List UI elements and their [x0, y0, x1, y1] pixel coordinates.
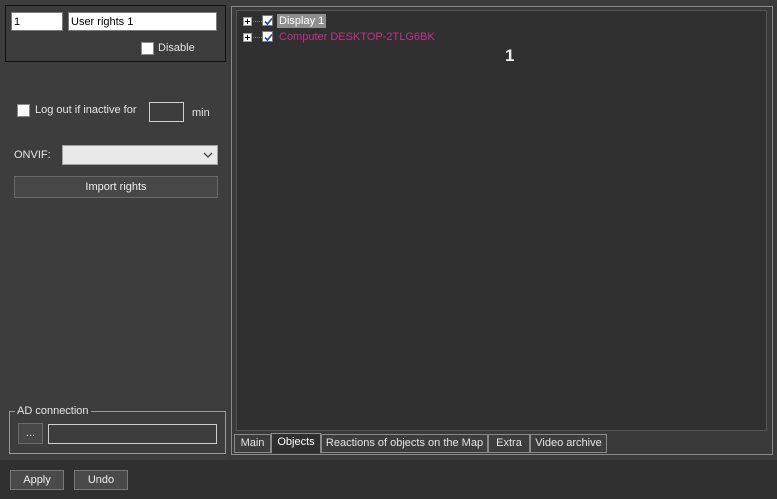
tab-main[interactable]: Main — [234, 434, 271, 453]
disable-label: Disable — [158, 42, 195, 54]
objects-tree[interactable] — [236, 10, 767, 431]
display-checkbox[interactable] — [262, 15, 273, 26]
tree-item-label: Computer DESKTOP-2TLG6BK — [279, 31, 435, 43]
tab-reactions-map[interactable]: Reactions of objects on the Map — [321, 434, 488, 453]
onvif-select[interactable] — [62, 145, 218, 165]
user-id-field[interactable] — [11, 12, 63, 31]
ad-connection-field[interactable] — [48, 424, 217, 444]
minutes-unit-label: min — [192, 107, 210, 119]
inactive-minutes-field[interactable] — [149, 102, 184, 122]
undo-button[interactable]: Undo — [74, 470, 128, 490]
tree-item-display[interactable]: Display 1 — [243, 14, 443, 28]
user-name-field[interactable] — [68, 12, 217, 31]
tree-connector — [253, 37, 262, 38]
checkmark-icon — [264, 33, 273, 42]
tree-connector — [253, 21, 262, 22]
apply-button[interactable]: Apply — [10, 470, 64, 490]
onvif-label: ONVIF: — [14, 149, 51, 161]
disable-checkbox[interactable] — [141, 42, 154, 55]
tab-objects[interactable]: Objects — [271, 433, 321, 453]
tree-item-computer[interactable]: Computer DESKTOP-2TLG6BK — [243, 30, 503, 44]
ad-browse-button[interactable]: ... — [18, 423, 43, 444]
import-rights-button[interactable]: Import rights — [14, 176, 218, 198]
overlay-number: 1 — [505, 46, 515, 65]
left-panel: Disable Log out if inactive for min ONVI… — [0, 0, 229, 460]
tab-extra[interactable]: Extra — [488, 434, 530, 453]
chevron-down-icon — [203, 152, 213, 158]
tab-video-archive[interactable]: Video archive — [530, 434, 607, 453]
logout-inactive-checkbox[interactable] — [17, 104, 30, 117]
ad-connection-legend: AD connection — [15, 405, 91, 417]
logout-inactive-label: Log out if inactive for — [35, 104, 137, 116]
expand-plus-icon[interactable] — [243, 17, 252, 26]
computer-checkbox[interactable] — [262, 31, 273, 42]
checkmark-icon — [264, 17, 273, 26]
tree-item-label: Display 1 — [277, 14, 327, 28]
expand-plus-icon[interactable] — [243, 33, 252, 42]
